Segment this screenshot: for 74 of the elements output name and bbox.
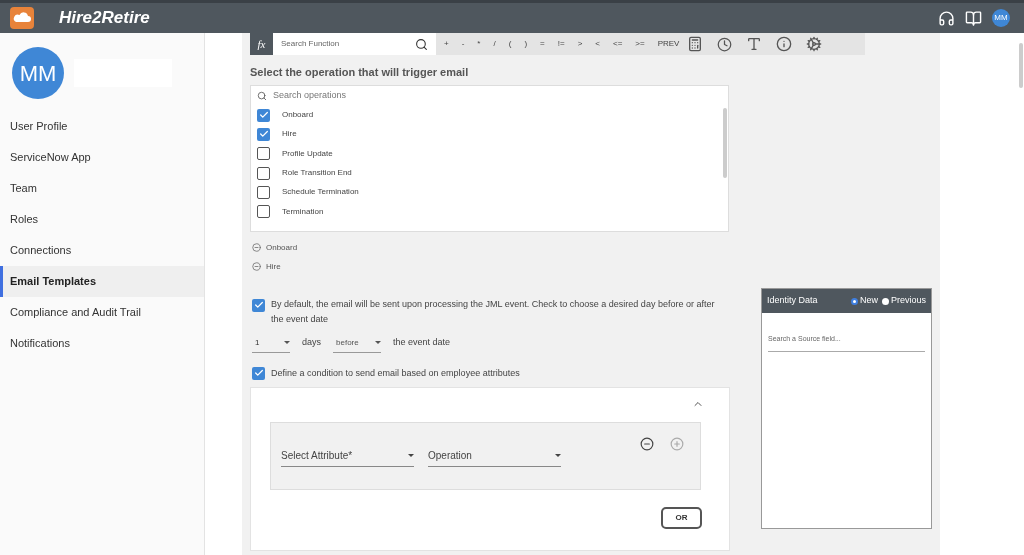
option-label: Hire — [282, 128, 297, 141]
radio-option[interactable]: New — [850, 294, 878, 308]
function-search-field[interactable]: Search Function — [281, 38, 415, 50]
page-scrollbar — [1019, 43, 1023, 88]
option-label: Schedule Termination — [282, 186, 359, 199]
option-label: Termination — [282, 205, 324, 218]
option-label: Profile Update — [282, 147, 333, 160]
checkbox[interactable] — [257, 127, 270, 141]
sidebar-item[interactable]: Email Templates — [0, 266, 204, 297]
section-heading: Select the operation that will trigger email — [250, 65, 470, 80]
operator-button[interactable]: ( — [502, 38, 518, 50]
option-label: Onboard — [282, 109, 314, 122]
condition-label: Define a condition to send email based on employee attributes — [271, 366, 520, 380]
operations-search-field[interactable]: Search operations — [273, 88, 722, 103]
selected-operation: Hire — [266, 260, 281, 273]
schedule-checkbox[interactable] — [252, 298, 265, 312]
operator-button[interactable]: > — [571, 38, 589, 50]
operator-button[interactable]: < — [589, 38, 606, 50]
identity-title: Identity Data — [767, 294, 818, 308]
sidebar-item[interactable]: ServiceNow App — [0, 142, 204, 173]
radio-option[interactable]: Previous — [882, 294, 926, 308]
sidebar-item[interactable]: User Profile — [0, 111, 204, 142]
checkbox[interactable] — [257, 147, 270, 161]
app-title: Hire2Retire — [59, 7, 150, 30]
function-button[interactable]: fx — [250, 33, 273, 55]
sidebar-item[interactable]: Connections — [0, 235, 204, 266]
operator-button[interactable]: PREV — [651, 38, 686, 50]
checkbox[interactable] — [257, 205, 270, 219]
sidebar-item[interactable]: Notifications — [0, 328, 204, 359]
checkbox[interactable] — [257, 166, 270, 180]
caret-icon — [555, 454, 561, 457]
remove-icon[interactable] — [640, 437, 654, 451]
option-label: Role Transition End — [282, 167, 352, 180]
operator-button[interactable]: + — [438, 38, 455, 50]
operator-button[interactable]: / — [487, 38, 502, 50]
function-search-box[interactable]: Search Function — [273, 33, 436, 55]
caret-icon — [284, 341, 290, 344]
days-label: days — [302, 336, 321, 350]
font-icon[interactable] — [746, 36, 763, 52]
checkbox[interactable] — [257, 108, 270, 122]
operator-button[interactable]: - — [455, 38, 471, 50]
event-date-label: the event date — [393, 336, 451, 350]
condition-checkbox[interactable] — [252, 366, 265, 380]
attribute-dropdown[interactable]: Select Attribute* — [281, 445, 414, 467]
user-avatar[interactable]: MM — [992, 9, 1010, 27]
search-icon — [415, 37, 428, 51]
cloud-logo-icon — [10, 7, 34, 29]
operation-dropdown[interactable]: Operation — [428, 445, 561, 467]
direction-dropdown[interactable]: before — [333, 333, 381, 353]
operator-button[interactable]: ) — [518, 38, 534, 50]
days-dropdown[interactable]: 1 — [252, 333, 290, 353]
selected-operation: Onboard — [266, 241, 298, 254]
search-icon — [257, 90, 267, 101]
info-icon[interactable] — [776, 36, 793, 52]
gear-icon[interactable] — [806, 36, 823, 52]
clock-icon[interactable] — [717, 36, 733, 52]
operator-button[interactable]: * — [471, 38, 487, 50]
schedule-description: By default, the email will be sent upon processing the JML event. Check to choose a desired day before or after the event date — [271, 297, 716, 326]
book-icon[interactable] — [965, 9, 982, 27]
caret-icon — [408, 454, 414, 457]
operator-button[interactable]: <= — [606, 38, 629, 50]
operator-button[interactable]: >= — [629, 38, 651, 50]
operator-button[interactable]: != — [551, 38, 571, 50]
support-icon[interactable] — [938, 9, 955, 27]
scrollbar — [723, 107, 727, 178]
sidebar-item[interactable]: Team — [0, 173, 204, 204]
sidebar-item[interactable]: Roles — [0, 204, 204, 235]
sidebar-item[interactable]: Compliance and Audit Trail — [0, 297, 204, 328]
checkbox[interactable] — [257, 185, 270, 199]
caret-icon — [375, 341, 381, 344]
calculator-icon[interactable] — [687, 36, 704, 52]
or-button[interactable]: OR — [661, 507, 702, 529]
profile-avatar: MM — [12, 47, 64, 99]
operator-button[interactable]: = — [534, 38, 551, 50]
